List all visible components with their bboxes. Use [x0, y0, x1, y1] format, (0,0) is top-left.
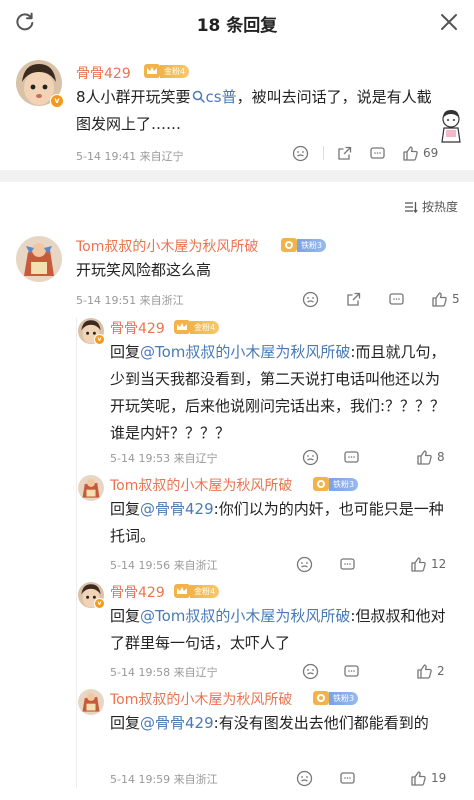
mention-link[interactable]: @骨骨429 [140, 714, 214, 732]
mention-link[interactable]: @骨骨429 [140, 500, 214, 518]
comment-text: 回复@Tom叔叔的小木屋为秋风所破:而且就几句，少到当天我都没看到，第二天说打电… [110, 343, 446, 442]
like-count: 12 [431, 557, 447, 571]
like-count: 5 [452, 292, 460, 306]
emoji-icon[interactable] [302, 663, 319, 680]
fan-badge: 金粉4 [174, 584, 220, 598]
share-icon[interactable] [336, 145, 353, 162]
comment-meta: 5-14 19:53 来自辽宁 [110, 452, 218, 465]
emoji-icon[interactable] [302, 291, 319, 308]
like-icon[interactable] [416, 449, 433, 466]
search-icon [192, 90, 205, 103]
sort-label: 按热度 [421, 200, 458, 214]
verified-badge-icon: v [94, 598, 105, 609]
emoji-icon[interactable] [292, 145, 309, 162]
emoji-icon[interactable] [296, 556, 313, 573]
avatar[interactable] [16, 236, 62, 282]
search-link[interactable]: cs普 [191, 88, 237, 106]
comment-actions: 5 [302, 290, 460, 308]
sort-icon [404, 201, 418, 213]
comment-meta: 5-14 19:41 来自辽宁 [76, 150, 184, 163]
comment-meta: 5-14 19:51 来自浙江 [76, 294, 184, 307]
comment-text: 回复@骨骨429:有没有图发出去他们都能看到的 [110, 714, 429, 732]
comment-meta: 5-14 19:58 来自辽宁 [110, 666, 218, 679]
comment-icon[interactable] [388, 291, 405, 308]
username[interactable]: 骨骨429 [110, 318, 165, 338]
like-icon[interactable] [410, 770, 427, 787]
username[interactable]: 骨骨429 [76, 63, 131, 83]
like-icon[interactable] [431, 291, 448, 308]
like-count: 2 [437, 664, 445, 678]
comment-icon[interactable] [343, 663, 360, 680]
like-count: 69 [423, 146, 439, 160]
like-count: 8 [437, 450, 445, 464]
verified-badge-icon: v [50, 94, 64, 108]
like-icon[interactable] [416, 663, 433, 680]
section-divider [0, 170, 474, 182]
fan-badge: 铁粉3 [281, 238, 327, 252]
comment-actions: 8 [302, 448, 445, 466]
comment-text: 8人小群开玩笑要 cs普，被叫去问话了，说是有人截图发网上了…… [76, 88, 432, 133]
username[interactable]: Tom叔叔的小木屋为秋风所破 [76, 236, 258, 256]
crown-icon [174, 584, 190, 598]
crown-icon [313, 477, 329, 491]
mention-link[interactable]: @Tom叔叔的小木屋为秋风所破 [140, 607, 350, 625]
comment-text: 回复@Tom叔叔的小木屋为秋风所破:但叔叔和他对了群里每一句话，太吓人了 [110, 607, 446, 652]
comment-text: 开玩笑风险都这么高 [76, 261, 212, 279]
crown-icon [313, 691, 329, 705]
crown-icon [144, 64, 160, 78]
fan-badge: 铁粉3 [313, 477, 359, 491]
username[interactable]: Tom叔叔的小木屋为秋风所破 [110, 475, 292, 495]
like-count: 19 [431, 771, 447, 785]
page-title: 18 条回复 [196, 15, 278, 36]
comment-actions: 19 [296, 769, 446, 787]
comment-actions: 2 [302, 662, 445, 680]
comment-meta: 5-14 19:56 来自浙江 [110, 559, 218, 572]
like-icon[interactable] [402, 145, 419, 162]
comment-icon[interactable] [339, 770, 356, 787]
close-icon[interactable] [438, 11, 460, 33]
share-icon[interactable] [345, 291, 362, 308]
avatar[interactable] [78, 689, 104, 715]
avatar[interactable] [78, 475, 104, 501]
comment-icon[interactable] [369, 145, 386, 162]
sticker-image [436, 108, 466, 144]
crown-icon [174, 320, 190, 334]
separator [323, 146, 324, 160]
mention-link[interactable]: @Tom叔叔的小木屋为秋风所破 [140, 343, 350, 361]
comment-actions: 12 [296, 555, 446, 573]
username[interactable]: 骨骨429 [110, 582, 165, 602]
crown-icon [281, 238, 297, 252]
comment-icon[interactable] [339, 556, 356, 573]
fan-badge: 金粉4 [144, 64, 190, 78]
comment-meta: 5-14 19:59 来自浙江 [110, 773, 218, 786]
emoji-icon[interactable] [302, 449, 319, 466]
thread-line [76, 318, 77, 788]
emoji-icon[interactable] [296, 770, 313, 787]
comment-icon[interactable] [343, 449, 360, 466]
header-bar: 18 条回复 [0, 0, 474, 47]
refresh-icon[interactable] [14, 11, 36, 33]
comment-text: 回复@骨骨429:你们以为的内奸，也可能只是一种托词。 [110, 500, 444, 545]
fan-badge: 金粉4 [174, 320, 220, 334]
sort-by-hot[interactable]: 按热度 [404, 198, 458, 215]
comment-actions: 69 [292, 144, 438, 162]
username[interactable]: Tom叔叔的小木屋为秋风所破 [110, 689, 292, 709]
verified-badge-icon: v [94, 334, 105, 345]
main-comment: v 骨骨429 金粉4 8人小群开玩笑要 cs普，被叫去问话了，说是有人截图发网上… [0, 46, 474, 170]
like-icon[interactable] [410, 556, 427, 573]
fan-badge: 铁粉3 [313, 691, 359, 705]
